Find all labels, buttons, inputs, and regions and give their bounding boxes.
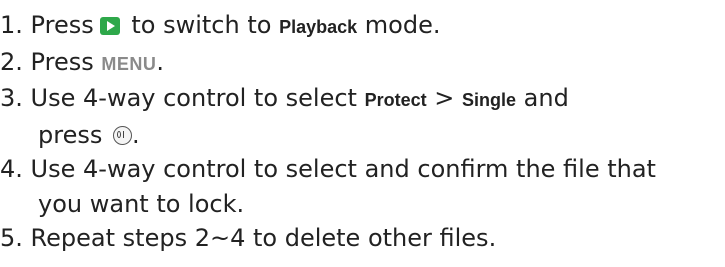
step-text: mode. <box>364 11 441 39</box>
step-text: to switch to <box>131 11 272 39</box>
step-text: . <box>156 47 164 76</box>
mode-name: Playback <box>279 17 358 37</box>
step-text: . <box>132 120 140 149</box>
step-number: 1. <box>0 11 23 39</box>
step-text: and <box>523 84 569 112</box>
step-text: you want to lock. <box>38 189 245 218</box>
step-text: Press <box>30 47 94 76</box>
step-2: 2. Press MENU. <box>0 45 725 82</box>
menu-key-label: MENU <box>101 53 157 74</box>
step-number: 3. <box>0 84 23 112</box>
step-text: Repeat steps 2~4 to delete other files. <box>30 224 497 252</box>
step-text: Press <box>30 11 94 39</box>
step-number: 2. <box>0 47 23 76</box>
step-3-continued: press . <box>0 118 725 153</box>
step-4: 4. Use 4-way control to select and confi… <box>0 152 725 187</box>
step-1: 1. Press to switch to Playback mode. <box>0 8 725 45</box>
step-4-continued: you want to lock. <box>0 187 725 222</box>
separator: > <box>434 84 455 112</box>
ok-button-icon <box>113 125 132 145</box>
playback-icon <box>99 17 120 35</box>
step-number: 5. <box>0 224 23 252</box>
menu-item-protect: Protect <box>364 90 427 110</box>
step-text: Use 4-way control to select and confirm … <box>30 155 656 183</box>
instruction-list: 1. Press to switch to Playback mode. 2. … <box>0 0 725 267</box>
menu-item-single: Single <box>462 90 517 110</box>
step-5: 5. Repeat steps 2~4 to delete other file… <box>0 221 725 256</box>
step-number: 4. <box>0 155 23 183</box>
step-text: Use 4-way control to select <box>30 84 357 112</box>
step-3: 3. Use 4-way control to select Protect >… <box>0 81 725 118</box>
step-text: press <box>38 120 103 149</box>
